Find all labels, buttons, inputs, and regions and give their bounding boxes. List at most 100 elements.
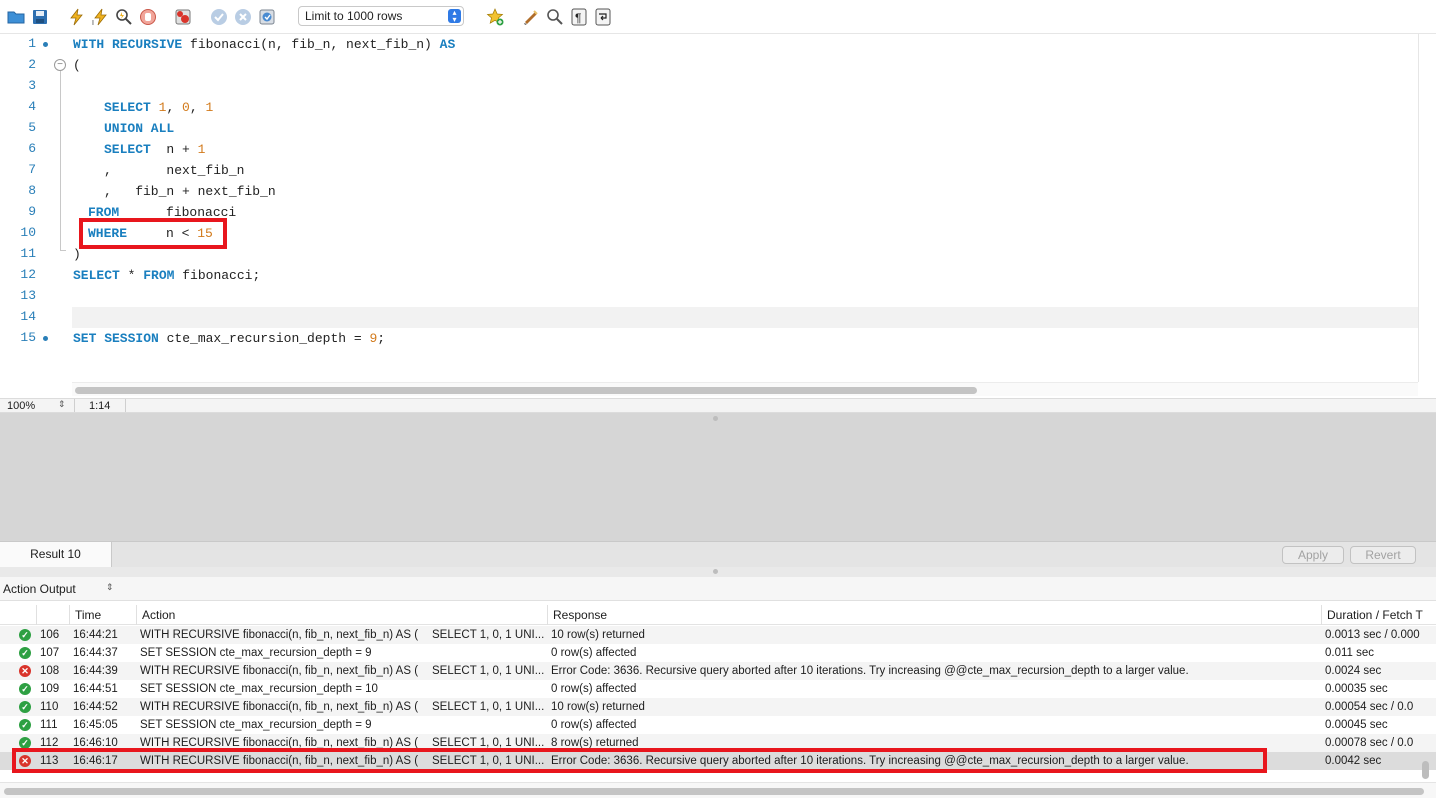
- execute-current-icon[interactable]: I: [90, 7, 110, 27]
- cell-action: WITH RECURSIVE fibonacci(n, fib_n, next_…: [140, 629, 419, 641]
- cell-duration: 0.00054 sec / 0.0: [1325, 701, 1414, 713]
- svg-text:¶: ¶: [575, 11, 581, 25]
- cell-time: 16:45:05: [73, 719, 118, 731]
- line-number: 12: [20, 267, 36, 282]
- error-row-highlight-box: [12, 748, 1267, 773]
- column-header-action[interactable]: Action: [136, 605, 547, 625]
- cell-time: 16:44:51: [73, 683, 118, 695]
- code-line-5: UNION ALL: [104, 121, 175, 136]
- execute-icon[interactable]: [66, 7, 86, 27]
- limit-rows-select[interactable]: Limit to 1000 rows ▴ ▾: [298, 6, 464, 26]
- column-header-number[interactable]: [36, 605, 68, 625]
- zoom-level[interactable]: 100%: [7, 400, 35, 412]
- success-check-icon: ✓: [19, 683, 31, 695]
- cell-action-continuation: SELECT 1, 0, 1 UNI...: [432, 629, 544, 641]
- divider: [74, 399, 75, 412]
- svg-text:I: I: [92, 20, 94, 26]
- table-header: Time Action Response Duration / Fetch T: [0, 605, 1436, 625]
- revert-button[interactable]: Revert: [1350, 546, 1416, 564]
- success-check-icon: ✓: [19, 647, 31, 659]
- table-row[interactable]: ✓ 110 16:44:52 WITH RECURSIVE fibonacci(n, …: [0, 698, 1436, 716]
- line-number: 13: [20, 288, 36, 303]
- cell-number: 111: [40, 719, 58, 731]
- cell-number: 107: [40, 647, 60, 659]
- open-folder-icon[interactable]: [6, 7, 26, 27]
- output-selector-label: Action Output: [3, 582, 76, 596]
- line-number: 4: [28, 99, 36, 114]
- apply-button[interactable]: Apply: [1282, 546, 1344, 564]
- cell-response: 0 row(s) affected: [551, 647, 637, 659]
- cursor-position: 1:14: [89, 400, 111, 412]
- line-number: 14: [20, 309, 36, 324]
- line-number: 15: [20, 330, 36, 345]
- cell-number: 109: [40, 683, 60, 695]
- cell-action-continuation: [432, 716, 544, 734]
- selector-stepper-icon[interactable]: ⇕: [106, 582, 114, 593]
- output-horizontal-scrollbar[interactable]: [0, 782, 1436, 798]
- table-row[interactable]: ✓ 109 16:44:51 SET SESSION cte_max_recursio…: [0, 680, 1436, 698]
- cell-duration: 0.011 sec: [1325, 647, 1375, 659]
- tab-result[interactable]: Result 10: [0, 542, 112, 568]
- cell-action-continuation: [432, 644, 544, 662]
- zoom-stepper-icon[interactable]: ⇕: [58, 399, 66, 410]
- sql-editor[interactable]: 1 2 3 4 5 6 7 8 9 10 11 12 13 14 15 − WI…: [0, 34, 1436, 398]
- autocommit-icon[interactable]: [257, 7, 277, 27]
- cell-duration: 0.0042 sec: [1325, 755, 1382, 767]
- code-line-1: WITH RECURSIVE fibonacci(n, fib_n, next_…: [73, 37, 456, 52]
- stop-icon[interactable]: [138, 7, 158, 27]
- invisible-chars-icon[interactable]: ¶: [569, 7, 589, 27]
- code-line-4: SELECT 1, 0, 1: [104, 100, 214, 115]
- current-line-highlight: [72, 307, 1418, 328]
- line-number: 5: [28, 120, 36, 135]
- table-row[interactable]: ✓ 111 16:45:05 SET SESSION cte_max_recursio…: [0, 716, 1436, 734]
- code-line-15: SET SESSION cte_max_recursion_depth = 9;: [73, 331, 386, 346]
- cell-time: 16:44:39: [73, 665, 118, 677]
- cell-response: 0 row(s) affected: [551, 719, 637, 731]
- line-number: 7: [28, 162, 36, 177]
- result-tab-bar: Result 10 Apply Revert: [0, 541, 1436, 568]
- divider: [125, 399, 126, 412]
- code-line-2: (: [73, 58, 81, 73]
- cell-action-continuation: [432, 680, 544, 698]
- cell-response: 10 row(s) returned: [551, 701, 645, 713]
- cell-action: SET SESSION cte_max_recursion_depth = 9: [140, 647, 372, 659]
- fold-toggle-icon[interactable]: −: [54, 59, 66, 71]
- add-snippet-icon[interactable]: [485, 7, 505, 27]
- output-splitter[interactable]: [0, 567, 1436, 577]
- column-header-time[interactable]: Time: [69, 605, 136, 625]
- output-selector[interactable]: Action Output ⇕: [0, 577, 1436, 601]
- column-header-duration[interactable]: Duration / Fetch T: [1321, 605, 1436, 625]
- fold-guide-end: [60, 250, 66, 251]
- line-number: 8: [28, 183, 36, 198]
- splitter-handle-icon[interactable]: [713, 416, 718, 421]
- beautify-icon[interactable]: [521, 7, 541, 27]
- fold-guide: [60, 71, 61, 251]
- wrap-icon[interactable]: [593, 7, 613, 27]
- find-icon[interactable]: [545, 7, 565, 27]
- editor-scroll-thumb[interactable]: [75, 387, 977, 394]
- column-header-response[interactable]: Response: [547, 605, 1321, 625]
- success-check-icon: ✓: [19, 719, 31, 731]
- output-scroll-thumb[interactable]: [4, 788, 1424, 795]
- explain-icon[interactable]: [114, 7, 134, 27]
- toggle-error-icon[interactable]: [173, 7, 193, 27]
- table-row[interactable]: ✕ 108 16:44:39 WITH RECURSIVE fibonacci(n, …: [0, 662, 1436, 680]
- cell-number: 106: [40, 629, 60, 641]
- line-number: 2: [28, 57, 36, 72]
- line-number: 1: [28, 36, 36, 51]
- code-line-6: SELECT n + 1: [104, 142, 206, 157]
- line-number: 9: [28, 204, 36, 219]
- cell-response: Error Code: 3636. Recursive query aborte…: [551, 665, 1189, 677]
- commit-icon[interactable]: [209, 7, 229, 27]
- cell-duration: 0.00035 sec: [1325, 683, 1388, 695]
- limit-rows-label: Limit to 1000 rows: [305, 9, 403, 23]
- cell-duration: 0.0024 sec: [1325, 665, 1382, 677]
- rollback-icon[interactable]: [233, 7, 253, 27]
- cell-duration: 0.00078 sec / 0.0: [1325, 737, 1414, 749]
- splitter-handle-icon[interactable]: [713, 569, 718, 574]
- success-check-icon: ✓: [19, 629, 31, 641]
- output-vertical-scroll-thumb[interactable]: [1422, 761, 1429, 779]
- save-icon[interactable]: [30, 7, 50, 27]
- table-row[interactable]: ✓ 106 16:44:21 WITH RECURSIVE fibonacci(n, …: [0, 626, 1436, 644]
- table-row[interactable]: ✓ 107 16:44:37 SET SESSION cte_max_recursio…: [0, 644, 1436, 662]
